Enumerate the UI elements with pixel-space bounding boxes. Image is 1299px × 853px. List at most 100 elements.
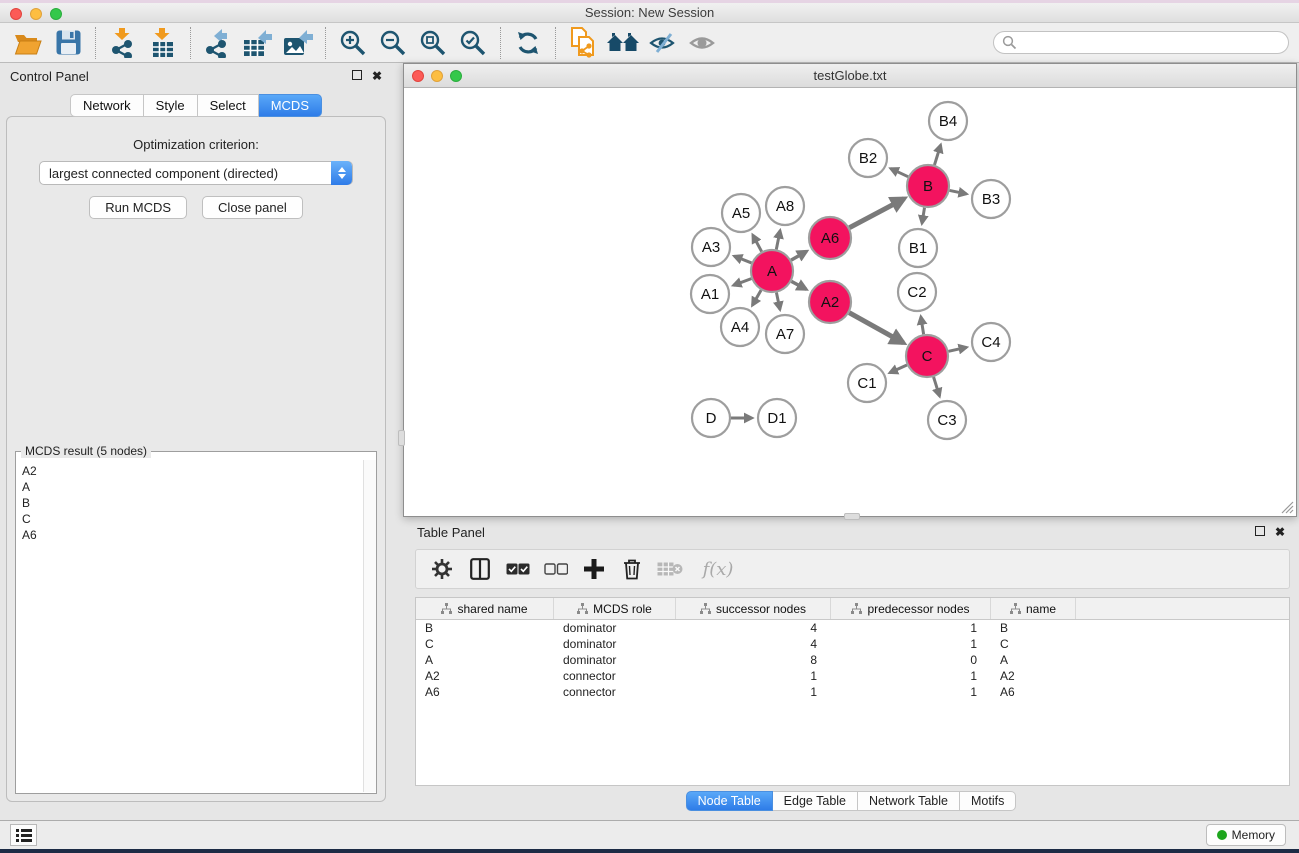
open-file-button[interactable] — [8, 26, 48, 60]
criterion-dropdown[interactable]: largest connected component (directed) — [39, 161, 353, 185]
graph-node-A1[interactable]: A1 — [691, 275, 729, 313]
mcds-result-item[interactable]: C — [22, 511, 363, 527]
mcds-result-item[interactable]: A — [22, 479, 363, 495]
table-row[interactable]: A6connector11A6 — [416, 684, 1289, 700]
float-table-panel-icon[interactable] — [1255, 526, 1265, 538]
tab-node-table[interactable]: Node Table — [686, 791, 773, 811]
table-row[interactable]: Cdominator41C — [416, 636, 1289, 652]
mcds-result-item[interactable]: B — [22, 495, 363, 511]
table-row[interactable]: A2connector11A2 — [416, 668, 1289, 684]
splitpane-grip-vertical[interactable] — [398, 430, 405, 446]
hide-panel-button[interactable] — [643, 26, 683, 60]
import-table-button[interactable] — [143, 26, 183, 60]
zoom-fit-button[interactable] — [413, 26, 453, 60]
tab-network-table[interactable]: Network Table — [858, 791, 960, 811]
graph-node-C2[interactable]: C2 — [898, 273, 936, 311]
edge-A6-B[interactable] — [849, 199, 904, 228]
edge-A-A4[interactable] — [752, 290, 761, 305]
export-image-button[interactable] — [278, 26, 318, 60]
zoom-out-button[interactable] — [373, 26, 413, 60]
edge-B-B2[interactable] — [891, 169, 908, 177]
minimize-window-button[interactable] — [30, 8, 42, 20]
run-mcds-button[interactable]: Run MCDS — [89, 196, 187, 219]
tab-motifs[interactable]: Motifs — [960, 791, 1016, 811]
mcds-result-item[interactable]: A6 — [22, 527, 363, 543]
add-row-button[interactable] — [578, 554, 610, 584]
column-header-successor-nodes[interactable]: successor nodes — [676, 598, 831, 619]
edge-A-A3[interactable] — [734, 256, 751, 263]
edge-A2-C[interactable] — [849, 313, 903, 343]
column-header-predecessor-nodes[interactable]: predecessor nodes — [831, 598, 991, 619]
memory-button[interactable]: Memory — [1206, 824, 1286, 846]
graph-node-B4[interactable]: B4 — [929, 102, 967, 140]
graph-node-A5[interactable]: A5 — [722, 194, 760, 232]
edge-C-C1[interactable] — [890, 365, 907, 373]
graph-node-A2[interactable]: A2 — [809, 281, 851, 323]
graph-node-C1[interactable]: C1 — [848, 364, 886, 402]
close-table-panel-icon[interactable]: ✖ — [1275, 526, 1285, 538]
network-graph[interactable]: B4B2BB3A5A8A3A6B1AA1C2A2A4A7C4CC1C3DD1 — [404, 89, 1296, 516]
mcds-result-item[interactable]: A2 — [22, 463, 363, 479]
graph-node-A4[interactable]: A4 — [721, 308, 759, 346]
column-header-name[interactable]: name — [991, 598, 1076, 619]
mcds-result-list[interactable]: A2ABCA6 — [17, 460, 363, 792]
home-button[interactable] — [603, 26, 643, 60]
show-columns-button[interactable] — [464, 554, 496, 584]
graph-node-C[interactable]: C — [906, 335, 948, 377]
table-row[interactable]: Bdominator41B — [416, 620, 1289, 636]
graph-node-B1[interactable]: B1 — [899, 229, 937, 267]
export-table-button[interactable] — [238, 26, 278, 60]
tab-select[interactable]: Select — [198, 94, 259, 117]
edge-C-C2[interactable] — [921, 317, 924, 335]
network-canvas[interactable]: B4B2BB3A5A8A3A6B1AA1C2A2A4A7C4CC1C3DD1 — [404, 89, 1296, 516]
zoom-selected-button[interactable] — [453, 26, 493, 60]
edge-B-B4[interactable] — [934, 145, 940, 165]
show-panel-button[interactable] — [683, 26, 723, 60]
column-header-shared-name[interactable]: shared name — [416, 598, 554, 619]
graph-node-A7[interactable]: A7 — [766, 315, 804, 353]
close-panel-icon[interactable]: ✖ — [372, 70, 382, 82]
graph-node-B[interactable]: B — [907, 165, 949, 207]
delete-table-button[interactable] — [654, 554, 686, 584]
close-panel-button[interactable]: Close panel — [202, 196, 303, 219]
edge-B-B1[interactable] — [922, 208, 925, 224]
import-network-button[interactable] — [103, 26, 143, 60]
zoom-in-button[interactable] — [333, 26, 373, 60]
edge-B-B3[interactable] — [950, 190, 967, 194]
edge-A-A8[interactable] — [776, 231, 780, 250]
edge-A-A2[interactable] — [791, 281, 806, 289]
edge-A-A1[interactable] — [733, 279, 751, 286]
tab-style[interactable]: Style — [144, 94, 198, 117]
close-network-button[interactable] — [412, 70, 424, 82]
function-builder-button[interactable]: f(x) — [692, 554, 744, 584]
deselect-all-button[interactable] — [540, 554, 572, 584]
edge-A-A5[interactable] — [753, 235, 762, 252]
graph-node-A8[interactable]: A8 — [766, 187, 804, 225]
graph-node-B2[interactable]: B2 — [849, 139, 887, 177]
graph-node-D[interactable]: D — [692, 399, 730, 437]
edge-A-A6[interactable] — [791, 251, 806, 260]
float-panel-icon[interactable] — [352, 70, 362, 82]
tab-edge-table[interactable]: Edge Table — [773, 791, 858, 811]
window-resize-grip[interactable] — [1281, 501, 1294, 514]
refresh-button[interactable] — [508, 26, 548, 60]
graph-node-A6[interactable]: A6 — [809, 217, 851, 259]
tab-network[interactable]: Network — [70, 94, 144, 117]
table-row[interactable]: Adominator80A — [416, 652, 1289, 668]
close-window-button[interactable] — [10, 8, 22, 20]
select-all-button[interactable] — [502, 554, 534, 584]
column-header-mcds-role[interactable]: MCDS role — [554, 598, 676, 619]
export-network-button[interactable] — [198, 26, 238, 60]
task-history-button[interactable] — [10, 824, 37, 846]
graph-node-C3[interactable]: C3 — [928, 401, 966, 439]
graph-node-C4[interactable]: C4 — [972, 323, 1010, 361]
graph-node-D1[interactable]: D1 — [758, 399, 796, 437]
save-session-button[interactable] — [48, 26, 88, 60]
edge-C-C3[interactable] — [934, 377, 940, 396]
node-table[interactable]: shared nameMCDS rolesuccessor nodesprede… — [415, 597, 1290, 786]
table-settings-button[interactable] — [426, 554, 458, 584]
graph-node-B3[interactable]: B3 — [972, 180, 1010, 218]
delete-row-button[interactable] — [616, 554, 648, 584]
clone-network-button[interactable] — [563, 26, 603, 60]
minimize-network-button[interactable] — [431, 70, 443, 82]
